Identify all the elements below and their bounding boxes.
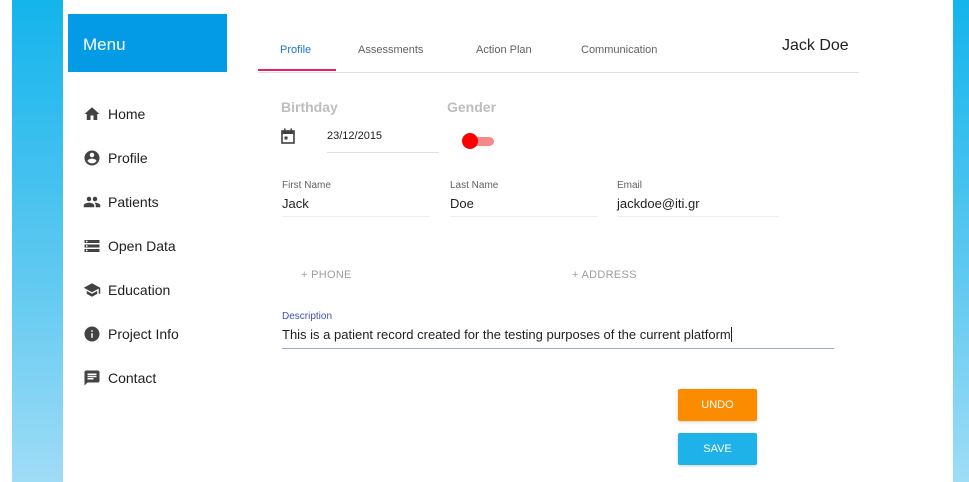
account-circle-icon — [83, 149, 101, 167]
school-icon — [83, 281, 101, 299]
email-label: Email — [617, 180, 643, 191]
people-icon — [83, 193, 101, 211]
birthday-input[interactable]: 23/12/2015 — [327, 130, 439, 153]
last-name-label: Last Name — [450, 180, 499, 191]
tab-profile[interactable]: Profile — [280, 44, 311, 56]
first-name-field[interactable]: First Name Jack — [282, 180, 430, 217]
profile-tabs: Profile Assessments Action Plan Communic… — [258, 30, 859, 73]
tab-communication[interactable]: Communication — [581, 44, 657, 56]
sidebar-item-label: Project Info — [108, 326, 179, 342]
text-cursor — [730, 327, 732, 342]
sidebar-item-label: Patients — [108, 194, 159, 210]
undo-button[interactable]: UNDO — [678, 389, 757, 421]
gender-toggle[interactable] — [462, 133, 494, 149]
menu-title: Menu — [83, 35, 126, 54]
sidebar-item-contact[interactable]: Contact — [83, 356, 179, 400]
email-input[interactable]: jackdoe@iti.gr — [617, 196, 779, 217]
add-address-button[interactable]: + ADDRESS — [572, 269, 637, 281]
sidebar-nav: Home Profile Patients Open Data Educatio… — [83, 92, 179, 400]
gender-label: Gender — [447, 99, 497, 115]
sidebar-item-patients[interactable]: Patients — [83, 180, 179, 224]
tab-assessments[interactable]: Assessments — [358, 44, 423, 56]
calendar-icon[interactable] — [281, 128, 295, 144]
email-field[interactable]: Email jackdoe@iti.gr — [617, 180, 779, 217]
first-name-label: First Name — [282, 180, 331, 191]
active-tab-indicator — [258, 69, 336, 71]
menu-header: Menu — [68, 14, 227, 72]
save-button[interactable]: SAVE — [678, 433, 757, 465]
description-label: Description — [282, 311, 333, 322]
sidebar-item-label: Open Data — [108, 238, 176, 254]
right-background-strip — [953, 0, 969, 482]
home-icon — [83, 105, 101, 123]
sidebar-item-project-info[interactable]: Project Info — [83, 312, 179, 356]
user-name: Jack Doe — [782, 37, 849, 54]
description-input[interactable]: This is a patient record created for the… — [282, 327, 834, 349]
add-phone-button[interactable]: + PHONE — [301, 269, 352, 281]
sidebar-item-label: Education — [108, 282, 171, 298]
first-name-input[interactable]: Jack — [282, 196, 430, 217]
sidebar-item-education[interactable]: Education — [83, 268, 179, 312]
birthday-label: Birthday — [281, 99, 338, 115]
description-text: This is a patient record created for the… — [282, 327, 731, 342]
last-name-input[interactable]: Doe — [450, 196, 598, 217]
left-background-strip — [12, 0, 63, 482]
chat-icon — [83, 369, 101, 387]
sidebar-item-label: Contact — [108, 370, 157, 386]
toggle-thumb — [462, 133, 478, 149]
sidebar-item-profile[interactable]: Profile — [83, 136, 179, 180]
last-name-field[interactable]: Last Name Doe — [450, 180, 598, 217]
sidebar-item-open-data[interactable]: Open Data — [83, 224, 179, 268]
sidebar-item-home[interactable]: Home — [83, 92, 179, 136]
sidebar-item-label: Profile — [108, 150, 148, 166]
description-field[interactable]: Description This is a patient record cre… — [282, 311, 834, 349]
info-icon — [83, 325, 101, 343]
sidebar-item-label: Home — [108, 106, 146, 122]
tab-action-plan[interactable]: Action Plan — [476, 44, 532, 56]
storage-icon — [83, 237, 101, 255]
